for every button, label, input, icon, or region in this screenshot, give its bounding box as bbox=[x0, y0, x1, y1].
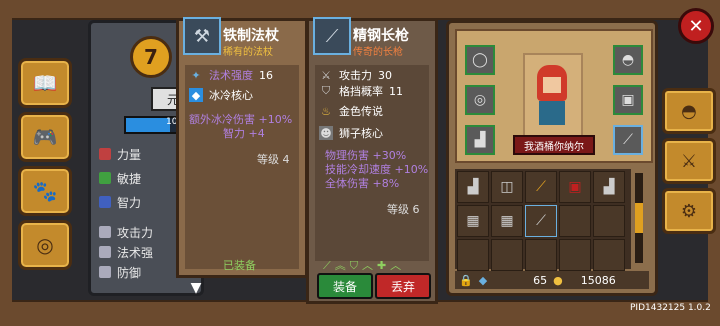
helmet-slot[interactable]: ◓ bbox=[613, 45, 643, 75]
feather-icon bbox=[99, 172, 111, 184]
inventory-empty[interactable] bbox=[457, 239, 489, 271]
left-tab-bar: 📖 🎮 🐾 ◎ bbox=[18, 58, 72, 278]
sword-icon: ⚔ bbox=[321, 68, 331, 82]
item-subtitle: 传奇的长枪 bbox=[353, 47, 403, 58]
bonus-line: 智力 +4 bbox=[223, 127, 265, 140]
book-icon[interactable]: 📖 bbox=[18, 58, 72, 108]
stat-line: ⛉ 格挡概率 11 bbox=[319, 83, 403, 99]
stat-defense: 防御 bbox=[99, 263, 141, 281]
gem-icon: ◆ bbox=[478, 273, 488, 287]
steering-icon[interactable]: ◎ bbox=[18, 220, 72, 270]
frame-top bbox=[0, 0, 720, 20]
sword-icon bbox=[99, 226, 111, 238]
fist-icon bbox=[99, 148, 111, 160]
level-badge: 7 bbox=[130, 36, 172, 78]
staff-icon: ⚒ bbox=[183, 17, 221, 55]
ring-slot[interactable]: ◎ bbox=[465, 85, 495, 115]
core-line: ☻ 狮子核心 bbox=[319, 126, 383, 140]
scroll-down-icon[interactable]: ▼ bbox=[178, 280, 214, 296]
inventory-item[interactable]: ▦ bbox=[491, 205, 523, 237]
stat-agility: 敏捷 bbox=[99, 169, 141, 187]
gear-icon[interactable]: ⚙ bbox=[662, 188, 716, 234]
inventory-item[interactable]: ⟋ bbox=[525, 205, 557, 237]
flame-icon: ♨ bbox=[321, 104, 331, 118]
hero-name: 我酒桶你纳尔 bbox=[513, 135, 595, 155]
wand-icon: ✦ bbox=[191, 68, 201, 82]
hero-display: ◯ ◎ ▟ ◓ ▣ ⟋ 我酒桶你纳尔 bbox=[455, 29, 653, 163]
upgrade-arrows: ⟋︽⛉︿✚︿ bbox=[323, 259, 406, 272]
pid-label: PID1432125 1.0.2 bbox=[630, 303, 711, 313]
item-card-spear: ⟋ 精钢长枪 传奇的长枪 ⚔ 攻击力 30 ⛉ 格挡概率 11 ♨ 金色传说 ☻ 狮子核心 … bbox=[306, 17, 438, 304]
spear-icon: ⟋ bbox=[313, 17, 351, 55]
amulet-slot[interactable]: ◯ bbox=[465, 45, 495, 75]
ice-core-icon: ◆ bbox=[189, 88, 203, 102]
stat-line: ✦ 法术强度 16 bbox=[189, 67, 273, 83]
frame-left bbox=[0, 0, 12, 324]
inventory-empty[interactable] bbox=[593, 239, 625, 271]
lock-icon[interactable]: 🔒 bbox=[459, 274, 473, 287]
stat-attack: 攻击力 bbox=[99, 223, 153, 241]
inventory-scrollbar[interactable] bbox=[635, 173, 643, 263]
wand-icon bbox=[99, 246, 111, 258]
stat-intelligence: 智力 bbox=[99, 193, 141, 211]
gamepad-icon[interactable]: 🎮 bbox=[18, 112, 72, 162]
discard-button[interactable]: 丢弃 bbox=[375, 273, 431, 299]
inventory-item[interactable]: ▟ bbox=[457, 171, 489, 203]
inventory-empty[interactable] bbox=[559, 205, 591, 237]
hero-portrait bbox=[523, 53, 583, 137]
item-grade: 等级 4 bbox=[257, 153, 290, 166]
equip-button[interactable]: 装备 bbox=[317, 273, 373, 299]
pawprint-icon[interactable]: 🐾 bbox=[18, 166, 72, 216]
legend-line: ♨ 金色传说 bbox=[319, 103, 383, 119]
inventory-empty[interactable] bbox=[525, 239, 557, 271]
inventory-empty[interactable] bbox=[593, 205, 625, 237]
inventory-empty[interactable] bbox=[559, 239, 591, 271]
gem-count: 65 bbox=[533, 273, 548, 287]
resource-bar: 🔒 ◆ 65 ● 15086 bbox=[455, 271, 649, 289]
armor-slot[interactable]: ▣ bbox=[613, 85, 643, 115]
inventory-item[interactable]: ◫ bbox=[491, 171, 523, 203]
weapon-slot[interactable]: ⟋ bbox=[613, 125, 643, 155]
stat-line: ⚔ 攻击力 30 bbox=[319, 67, 392, 83]
inventory-item[interactable]: ▣ bbox=[559, 171, 591, 203]
boots-slot[interactable]: ▟ bbox=[465, 125, 495, 155]
crossed-swords-icon[interactable]: ⚔ bbox=[662, 138, 716, 184]
gold-count: 15086 bbox=[580, 273, 616, 287]
book-icon bbox=[99, 196, 111, 208]
lion-core-icon: ☻ bbox=[319, 126, 333, 140]
equipped-label: 已装备 bbox=[223, 259, 256, 272]
helmet-icon[interactable]: ◓ bbox=[662, 88, 716, 134]
stat-magic: 法术强 bbox=[99, 243, 153, 261]
inventory-item[interactable]: ⟋ bbox=[525, 171, 557, 203]
item-subtitle: 稀有的法杖 bbox=[223, 47, 273, 58]
right-tab-bar: ◓ ⚔ ⚙ bbox=[662, 88, 716, 248]
bonus-line: 全体伤害 +8% bbox=[325, 177, 400, 190]
item-title: 精钢长枪 bbox=[353, 28, 409, 44]
inventory-empty[interactable] bbox=[491, 239, 523, 271]
inventory-item[interactable]: ▟ bbox=[593, 171, 625, 203]
shield-icon: ⛉ bbox=[321, 84, 331, 97]
equipment-panel: ◯ ◎ ▟ ◓ ▣ ⟋ 我酒桶你纳尔 ▟ ◫ ⟋ ▣ ▟ ▦ ▦ ⟋ 🔒 ◆ 6… bbox=[446, 20, 658, 296]
inventory-grid: ▟ ◫ ⟋ ▣ ▟ ▦ ▦ ⟋ bbox=[455, 169, 631, 271]
inventory-item[interactable]: ▦ bbox=[457, 205, 489, 237]
item-card-staff: ⚒ 铁制法杖 稀有的法杖 ✦ 法术强度 16 ◆ 冰冷核心 额外冰冷伤害 +10% 智… bbox=[176, 17, 308, 278]
core-line: ◆ 冰冷核心 bbox=[189, 87, 253, 103]
stat-strength: 力量 bbox=[99, 145, 141, 163]
shield-icon bbox=[99, 266, 111, 278]
coin-icon: ● bbox=[553, 273, 563, 287]
item-grade: 等级 6 bbox=[387, 203, 420, 216]
close-button[interactable]: ✕ bbox=[678, 8, 714, 44]
item-title: 铁制法杖 bbox=[223, 28, 279, 44]
